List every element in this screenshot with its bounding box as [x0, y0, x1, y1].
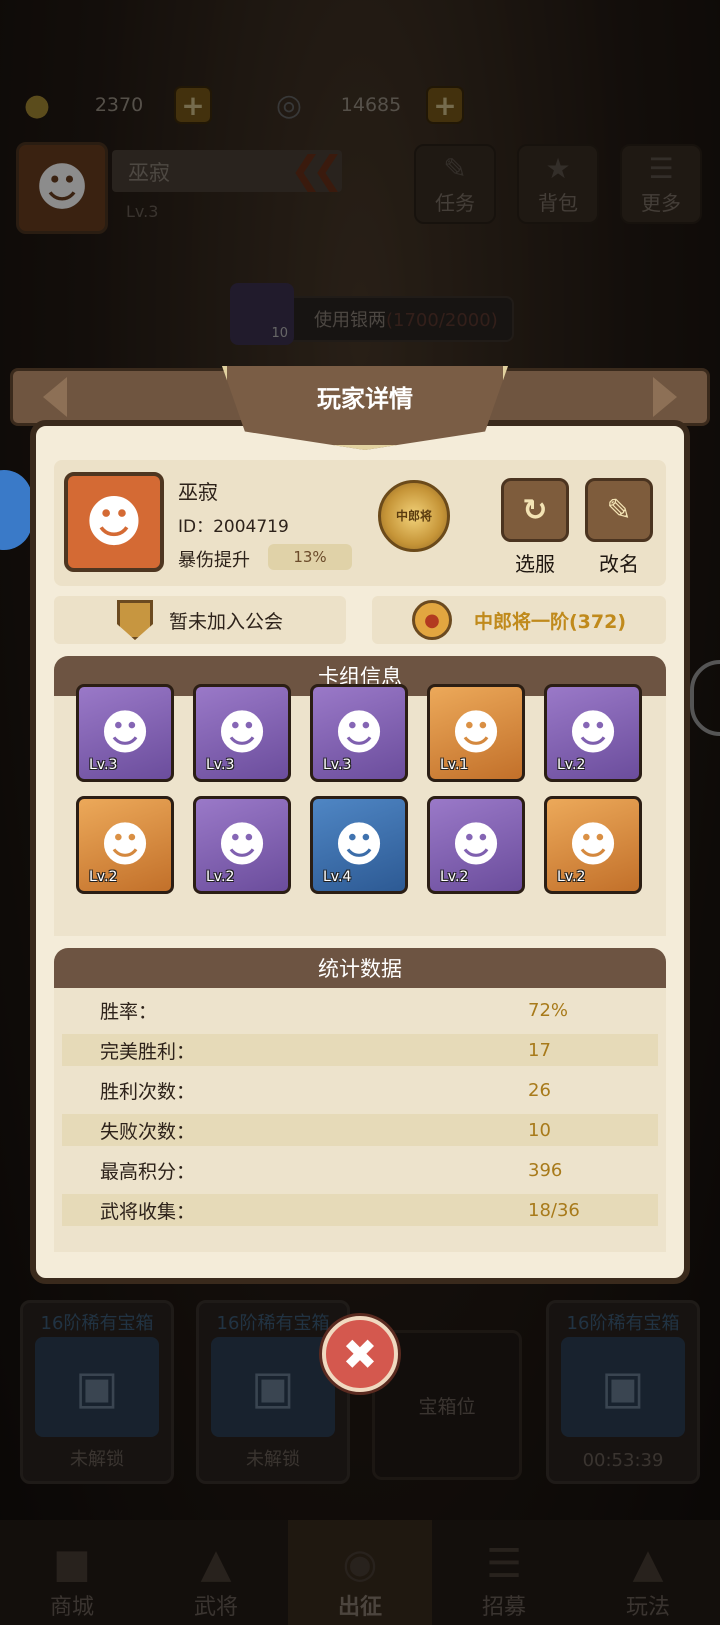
rank-badge-icon: 中郎将: [378, 480, 450, 552]
guild-text: 暂未加入公会: [168, 610, 283, 633]
hero-card[interactable]: ☻ Lv.2: [544, 684, 642, 782]
hero-portrait-icon: ☻: [450, 817, 502, 873]
profile-name: 巫寂: [178, 480, 218, 504]
stat-row: 胜率： 72%: [62, 994, 658, 1026]
hero-portrait-icon: ☻: [450, 705, 502, 761]
hero-card[interactable]: ☻ Lv.3: [310, 684, 408, 782]
card-level: Lv.2: [557, 757, 586, 773]
card-level: Lv.3: [89, 757, 118, 773]
guild-shield-icon: [116, 600, 153, 640]
card-level: Lv.4: [323, 869, 352, 885]
stat-key: 武将收集：: [100, 1200, 196, 1223]
card-level: Lv.2: [557, 869, 586, 885]
crit-value: 13%: [268, 544, 352, 570]
stat-value: 17: [528, 1039, 551, 1061]
pencil-icon: ✎: [585, 478, 653, 542]
rank-bag-icon: ●: [411, 600, 452, 640]
hero-card[interactable]: ☻ Lv.2: [76, 796, 174, 894]
hero-portrait-icon: ☻: [567, 705, 619, 761]
modal-title: 玩家详情: [317, 385, 413, 413]
hero-card[interactable]: ☻ Lv.2: [427, 796, 525, 894]
close-icon: ✖: [342, 1329, 378, 1379]
stat-key: 胜率：: [100, 1000, 158, 1023]
hero-portrait-icon: ☻: [333, 817, 385, 873]
crit-label: 暴伤提升: [178, 550, 250, 571]
hero-portrait-icon: ☻: [216, 705, 268, 761]
stat-key: 胜利次数：: [100, 1080, 196, 1103]
stat-key: 完美胜利：: [100, 1040, 196, 1063]
card-level: Lv.1: [440, 757, 469, 773]
hero-portrait-icon: ☻: [333, 705, 385, 761]
stat-row: 最高积分： 396: [62, 1154, 658, 1186]
hero-card[interactable]: ☻ Lv.3: [193, 684, 291, 782]
select-server-label: 选服: [515, 552, 555, 576]
arrow-left-icon: [43, 377, 67, 417]
hero-card[interactable]: ☻ Lv.3: [76, 684, 174, 782]
hero-portrait-icon: ☻: [99, 705, 151, 761]
stat-value: 18/36: [528, 1199, 580, 1221]
card-level: Lv.2: [206, 869, 235, 885]
profile-avatar: ☻: [64, 472, 164, 572]
stat-value: 72%: [528, 999, 569, 1021]
hero-portrait-icon: ☻: [99, 817, 151, 873]
rename-label: 改名: [599, 552, 639, 576]
card-level: Lv.3: [206, 757, 235, 773]
stat-value: 10: [528, 1119, 551, 1141]
guild-info[interactable]: 暂未加入公会: [54, 596, 346, 644]
card-level: Lv.2: [89, 869, 118, 885]
rank-info[interactable]: ● 中郎将一阶(372): [372, 596, 666, 644]
stat-row: 武将收集： 18/36: [62, 1194, 658, 1226]
stats-section-header: 统计数据: [54, 948, 666, 988]
hero-portrait-icon: ☻: [567, 817, 619, 873]
hero-card[interactable]: ☻ Lv.1: [427, 684, 525, 782]
stat-row: 胜利次数： 26: [62, 1074, 658, 1106]
card-level: Lv.2: [440, 869, 469, 885]
rank-text: 中郎将一阶(372): [473, 610, 627, 633]
select-server-button[interactable]: ↻ 选服: [500, 478, 570, 577]
stat-row: 失败次数： 10: [62, 1114, 658, 1146]
hero-card[interactable]: ☻ Lv.2: [193, 796, 291, 894]
profile-card: ☻ 巫寂 ID：2004719 暴伤提升 13% 中郎将 ↻ 选服 ✎ 改名: [54, 460, 666, 586]
card-level: Lv.3: [323, 757, 352, 773]
stat-value: 396: [528, 1159, 563, 1181]
hero-card[interactable]: ☻ Lv.2: [544, 796, 642, 894]
hero-card[interactable]: ☻ Lv.4: [310, 796, 408, 894]
refresh-icon: ↻: [501, 478, 569, 542]
stat-row: 完美胜利： 17: [62, 1034, 658, 1066]
rename-button[interactable]: ✎ 改名: [584, 478, 654, 577]
close-button[interactable]: ✖: [322, 1316, 398, 1392]
hero-portrait-icon: ☻: [216, 817, 268, 873]
profile-id: ID：2004719: [178, 517, 289, 537]
stat-value: 26: [528, 1079, 551, 1101]
stat-key: 最高积分：: [100, 1160, 196, 1183]
arrow-right-icon: [653, 377, 677, 417]
stat-key: 失败次数：: [100, 1120, 196, 1143]
